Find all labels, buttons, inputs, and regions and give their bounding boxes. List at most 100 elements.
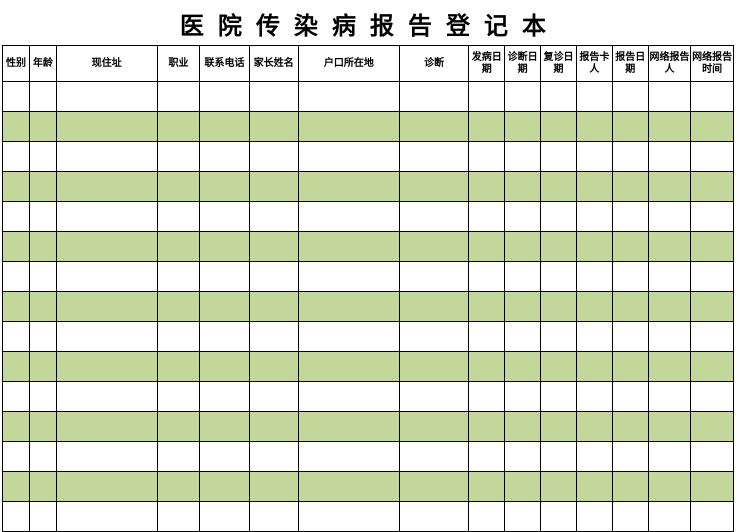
- table-cell: [469, 142, 505, 172]
- table-cell: [541, 82, 577, 112]
- table-cell: [249, 142, 298, 172]
- table-cell: [399, 232, 469, 262]
- table-cell: [469, 292, 505, 322]
- table-row: [3, 112, 734, 142]
- table-cell: [249, 322, 298, 352]
- table-cell: [541, 352, 577, 382]
- table-cell: [157, 442, 200, 472]
- table-cell: [576, 82, 612, 112]
- table-cell: [541, 382, 577, 412]
- table-cell: [505, 472, 541, 502]
- table-cell: [298, 112, 399, 142]
- table-cell: [29, 322, 56, 352]
- col-header: 诊断日期: [505, 46, 541, 82]
- table-cell: [298, 472, 399, 502]
- table-cell: [505, 502, 541, 532]
- table-cell: [249, 232, 298, 262]
- table-cell: [648, 352, 691, 382]
- col-header: 网络报告人: [648, 46, 691, 82]
- table-cell: [648, 442, 691, 472]
- table-cell: [298, 442, 399, 472]
- table-cell: [691, 262, 734, 292]
- table-cell: [612, 262, 648, 292]
- table-cell: [298, 322, 399, 352]
- table-cell: [29, 412, 56, 442]
- table-cell: [576, 322, 612, 352]
- table-cell: [29, 382, 56, 412]
- table-cell: [56, 382, 157, 412]
- table-cell: [3, 382, 30, 412]
- table-cell: [399, 382, 469, 412]
- table-cell: [249, 112, 298, 142]
- table-cell: [298, 502, 399, 532]
- table-cell: [612, 412, 648, 442]
- table-cell: [29, 262, 56, 292]
- table-cell: [3, 412, 30, 442]
- table-cell: [3, 232, 30, 262]
- table-cell: [648, 232, 691, 262]
- table-cell: [3, 502, 30, 532]
- table-cell: [29, 502, 56, 532]
- table-cell: [469, 442, 505, 472]
- register-table: 性别 年龄 现住址 职业 联系电话 家长姓名 户口所在地 诊断 发病日期 诊断日…: [2, 45, 734, 532]
- table-cell: [29, 202, 56, 232]
- table-cell: [691, 82, 734, 112]
- table-cell: [56, 82, 157, 112]
- table-row: [3, 382, 734, 412]
- table-cell: [157, 172, 200, 202]
- table-cell: [3, 262, 30, 292]
- col-header: 报告卡人: [576, 46, 612, 82]
- table-row: [3, 412, 734, 442]
- table-cell: [505, 292, 541, 322]
- table-header-row: 性别 年龄 现住址 职业 联系电话 家长姓名 户口所在地 诊断 发病日期 诊断日…: [3, 46, 734, 82]
- table-cell: [469, 262, 505, 292]
- table-cell: [691, 322, 734, 352]
- table-row: [3, 82, 734, 112]
- table-cell: [612, 502, 648, 532]
- table-cell: [648, 262, 691, 292]
- table-cell: [541, 322, 577, 352]
- table-cell: [298, 412, 399, 442]
- table-cell: [56, 142, 157, 172]
- table-cell: [576, 352, 612, 382]
- table-cell: [200, 142, 249, 172]
- table-cell: [469, 472, 505, 502]
- table-body: [3, 82, 734, 532]
- table-cell: [648, 502, 691, 532]
- table-cell: [576, 172, 612, 202]
- table-cell: [648, 202, 691, 232]
- table-cell: [29, 292, 56, 322]
- table-cell: [200, 202, 249, 232]
- table-cell: [399, 412, 469, 442]
- table-cell: [505, 172, 541, 202]
- table-cell: [249, 442, 298, 472]
- table-cell: [200, 352, 249, 382]
- table-cell: [29, 232, 56, 262]
- table-row: [3, 232, 734, 262]
- table-cell: [399, 172, 469, 202]
- table-row: [3, 202, 734, 232]
- table-cell: [298, 262, 399, 292]
- table-cell: [200, 442, 249, 472]
- table-cell: [691, 112, 734, 142]
- table-cell: [157, 202, 200, 232]
- table-cell: [29, 82, 56, 112]
- page-title: 医院传染病报告登记本: [0, 0, 740, 45]
- table-cell: [399, 292, 469, 322]
- table-cell: [691, 172, 734, 202]
- col-header: 报告日期: [612, 46, 648, 82]
- table-cell: [612, 352, 648, 382]
- table-cell: [469, 382, 505, 412]
- table-cell: [576, 262, 612, 292]
- table-cell: [505, 442, 541, 472]
- col-header: 发病日期: [469, 46, 505, 82]
- table-cell: [399, 352, 469, 382]
- table-cell: [29, 112, 56, 142]
- table-cell: [469, 502, 505, 532]
- table-cell: [612, 112, 648, 142]
- table-cell: [612, 292, 648, 322]
- table-cell: [200, 112, 249, 142]
- table-cell: [612, 472, 648, 502]
- table-cell: [691, 352, 734, 382]
- table-cell: [399, 82, 469, 112]
